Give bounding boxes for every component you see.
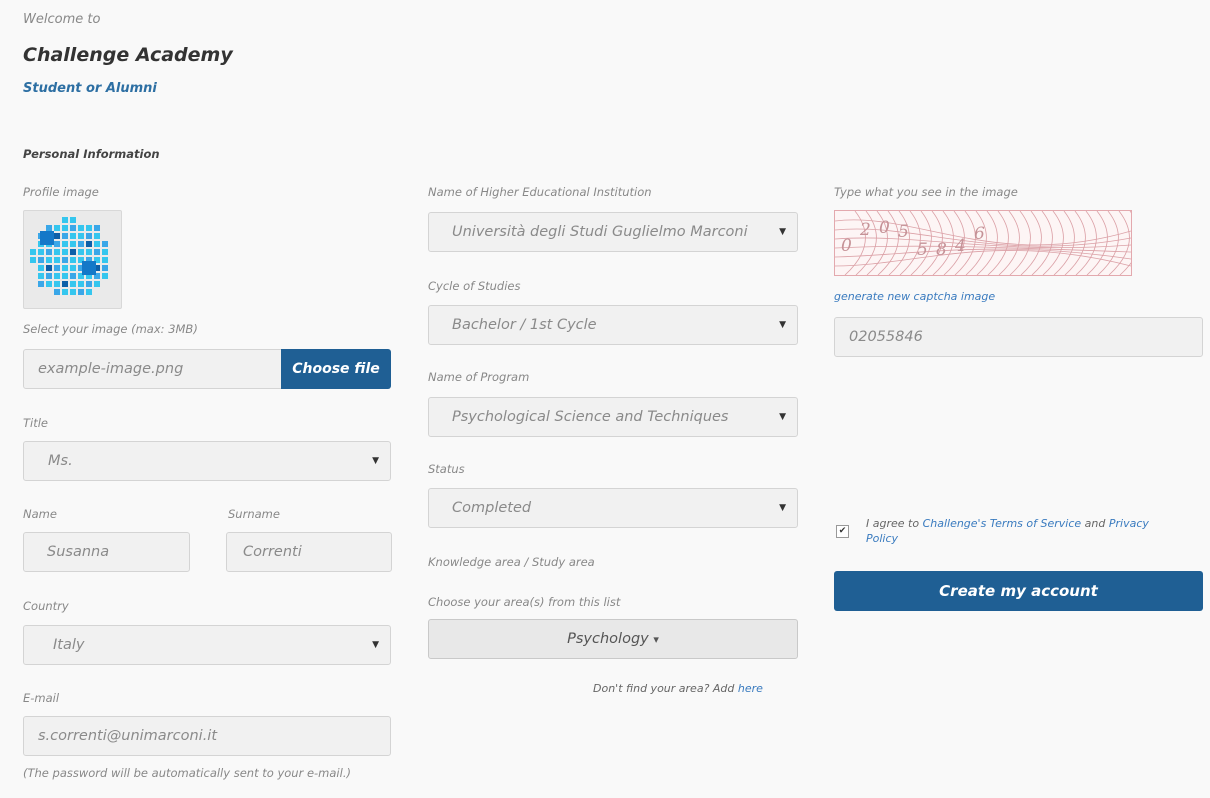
terms-text: I agree to Challenge's Terms of Service …	[866, 516, 1156, 546]
choose-area-label: Choose your area(s) from this list	[428, 595, 621, 609]
choose-file-button[interactable]: Choose file	[281, 349, 391, 389]
caret-down-icon: ▼	[779, 503, 786, 513]
captcha-label: Type what you see in the image	[834, 185, 1018, 199]
name-input[interactable]: Susanna	[23, 532, 190, 572]
knowledge-area-value: Psychology	[567, 631, 649, 647]
captcha-glyph: 8	[936, 240, 947, 260]
surname-label: Surname	[228, 507, 280, 521]
terms-and: and	[1084, 517, 1106, 530]
caret-down-icon: ▼	[779, 412, 786, 422]
captcha-image: 02055846	[834, 210, 1132, 276]
captcha-glyph: 5	[917, 240, 928, 260]
status-label: Status	[428, 462, 465, 476]
captcha-noise: 02 0 55 8 46	[835, 211, 1131, 275]
name-label: Name	[23, 507, 57, 521]
country-select-value: Italy	[53, 637, 85, 653]
academy-title: Challenge Academy	[23, 44, 233, 66]
find-area-text: Don't find your area? Add here	[593, 682, 763, 695]
email-input[interactable]: s.correnti@unimarconi.it	[23, 716, 391, 756]
title-select-value: Ms.	[48, 453, 73, 469]
terms-prefix: I agree to	[866, 517, 920, 530]
status-select-value: Completed	[452, 500, 532, 516]
surname-input[interactable]: Correnti	[226, 532, 392, 572]
terms-checkbox[interactable]: ✔	[836, 525, 849, 538]
profile-image-preview[interactable]	[23, 210, 122, 309]
email-label: E-mail	[23, 691, 60, 705]
create-account-button[interactable]: Create my account	[834, 571, 1203, 611]
knowledge-area-label: Knowledge area / Study area	[428, 555, 595, 569]
captcha-glyph: 0	[879, 218, 890, 238]
section-heading-personal: Personal Information	[23, 147, 160, 161]
program-select[interactable]: Psychological Science and Techniques ▼	[428, 397, 798, 437]
add-area-link[interactable]: here	[738, 682, 763, 695]
title-label: Title	[23, 416, 48, 430]
avatar-icon	[30, 217, 108, 295]
file-name-input[interactable]: example-image.png	[23, 349, 283, 389]
caret-down-icon: ▼	[372, 640, 379, 650]
knowledge-area-dropdown[interactable]: Psychology ▾	[428, 619, 798, 659]
cycle-label: Cycle of Studies	[428, 279, 521, 293]
captcha-glyph: 4	[954, 236, 966, 256]
captcha-glyph: 0	[841, 236, 852, 256]
generate-captcha-link[interactable]: generate new captcha image	[834, 290, 995, 303]
role-subtitle: Student or Alumni	[23, 81, 157, 96]
captcha-glyph: 5	[898, 222, 909, 242]
caret-down-icon: ▼	[779, 320, 786, 330]
caret-down-icon: ▼	[779, 227, 786, 237]
country-select[interactable]: Italy ▼	[23, 625, 391, 665]
dropdown-caret-icon: ▾	[653, 633, 659, 646]
title-select[interactable]: Ms. ▼	[23, 441, 391, 481]
cycle-select[interactable]: Bachelor / 1st Cycle ▼	[428, 305, 798, 345]
cycle-select-value: Bachelor / 1st Cycle	[452, 317, 597, 333]
institution-label: Name of Higher Educational Institution	[428, 185, 652, 199]
caret-down-icon: ▼	[372, 456, 379, 466]
status-select[interactable]: Completed ▼	[428, 488, 798, 528]
institution-select-value: Università degli Studi Guglielmo Marconi	[452, 224, 748, 240]
check-icon: ✔	[838, 526, 847, 536]
captcha-glyph: 6	[974, 224, 985, 244]
country-label: Country	[23, 599, 69, 613]
find-area-prompt: Don't find your area? Add	[593, 682, 735, 695]
welcome-text: Welcome to	[23, 12, 101, 27]
password-note: (The password will be automatically sent…	[23, 766, 351, 780]
institution-select[interactable]: Università degli Studi Guglielmo Marconi…	[428, 212, 798, 252]
captcha-glyph: 2	[859, 220, 871, 240]
captcha-input[interactable]: 02055846	[834, 317, 1203, 357]
terms-of-service-link[interactable]: Challenge's Terms of Service	[923, 517, 1082, 530]
program-select-value: Psychological Science and Techniques	[452, 409, 729, 425]
select-image-label: Select your image (max: 3MB)	[23, 322, 198, 336]
program-label: Name of Program	[428, 370, 530, 384]
profile-image-label: Profile image	[23, 185, 99, 199]
